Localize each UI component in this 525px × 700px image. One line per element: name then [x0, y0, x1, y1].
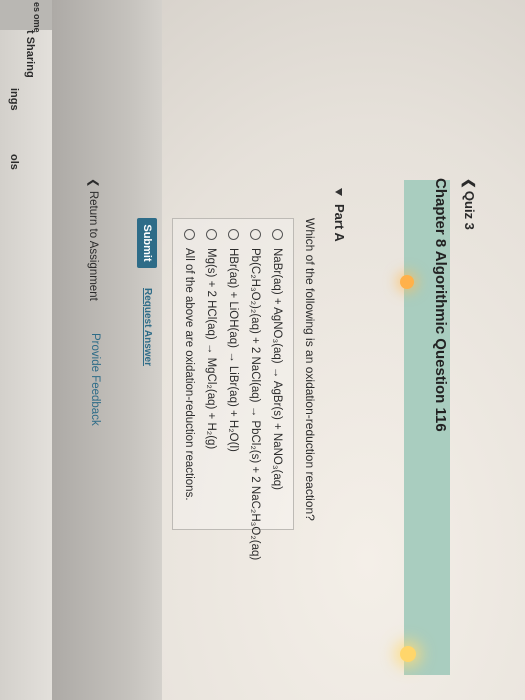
- chevron-left-icon: ❮: [462, 178, 477, 189]
- sidebar-item-sharing[interactable]: t Sharing: [24, 30, 36, 78]
- submit-button[interactable]: Submit: [137, 218, 157, 268]
- radio-button[interactable]: [271, 229, 283, 240]
- sidebar: es ome t Sharing ings ols: [0, 0, 60, 700]
- sidebar-top-bar: [0, 0, 60, 30]
- main-content: ❮Quiz 3 Chapter 8 Algorithmic Question 1…: [77, 178, 477, 678]
- choice-1[interactable]: NaBr(aq) + AgNO₃(aq) → AgBr(s) + NaNO₃(a…: [271, 229, 283, 490]
- breadcrumb[interactable]: ❮Quiz 3: [461, 178, 477, 230]
- provide-feedback-link[interactable]: Provide Feedback: [89, 333, 101, 426]
- screen: es ome t Sharing ings ols ❮Quiz 3 Chapte…: [0, 0, 525, 700]
- choice-label: NaBr(aq) + AgNO₃(aq) → AgBr(s) + NaNO₃(a…: [271, 248, 283, 490]
- radio-button[interactable]: [183, 229, 195, 240]
- request-answer-link[interactable]: Request Answer: [142, 288, 153, 366]
- part-label: Part A: [332, 204, 347, 242]
- choice-label: All of the above are oxidation-reduction…: [183, 248, 195, 501]
- choice-label: Mg(s) + 2 HCl(aq) → MgCl₂(aq) + H₂(g): [205, 248, 217, 450]
- return-label: Return to Assignment: [87, 190, 99, 301]
- sidebar-item-tools[interactable]: ols: [8, 154, 20, 170]
- sidebar-top-text: es: [32, 2, 42, 13]
- return-to-assignment-link[interactable]: ❮ Return to Assignment: [87, 178, 101, 301]
- radio-button[interactable]: [249, 229, 261, 240]
- choice-2[interactable]: Pb(C₂H₃O₂)₂(aq) + 2 NaCl(aq) → PbCl₂(s) …: [249, 229, 261, 560]
- question-text: Which of the following is an oxidation-r…: [303, 218, 317, 521]
- sidebar-item-settings[interactable]: ings: [8, 88, 20, 111]
- radio-button[interactable]: [205, 229, 217, 240]
- chevron-left-icon: ❮: [87, 178, 99, 191]
- choice-3[interactable]: HBr(aq) + LiOH(aq) → LiBr(aq) + H₂O(l): [227, 229, 239, 452]
- breadcrumb-label: Quiz 3: [462, 190, 477, 230]
- choice-label: Pb(C₂H₃O₂)₂(aq) + 2 NaCl(aq) → PbCl₂(s) …: [249, 248, 261, 561]
- part-a-toggle[interactable]: Part A: [332, 188, 347, 242]
- page-title: Chapter 8 Algorithmic Question 116: [432, 178, 449, 432]
- choice-4[interactable]: Mg(s) + 2 HCl(aq) → MgCl₂(aq) + H₂(g): [205, 229, 217, 449]
- choices-list: NaBr(aq) + AgNO₃(aq) → AgBr(s) + NaNO₃(a…: [172, 218, 294, 560]
- choice-label: HBr(aq) + LiOH(aq) → LiBr(aq) + H₂O(l): [227, 248, 239, 452]
- radio-button[interactable]: [227, 229, 239, 240]
- caret-down-icon: [334, 188, 342, 196]
- choice-5[interactable]: All of the above are oxidation-reduction…: [183, 229, 195, 501]
